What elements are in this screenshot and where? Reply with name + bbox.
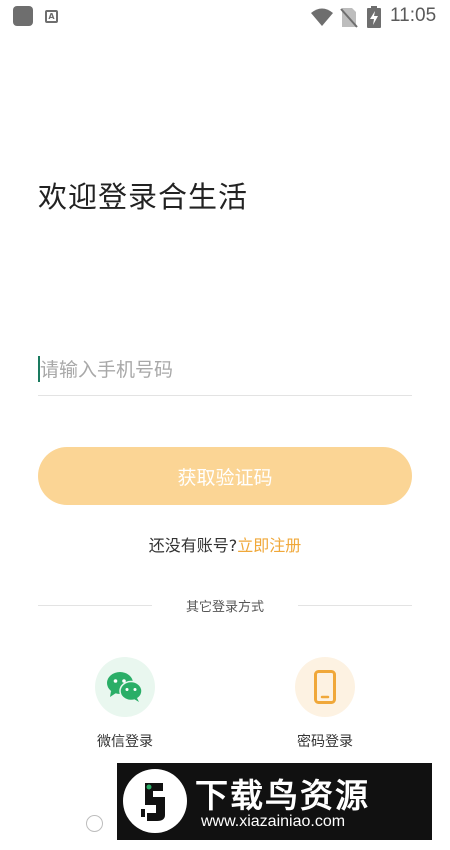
phone-input[interactable] (38, 354, 412, 386)
watermark-title: 下载鸟资源 (195, 776, 370, 815)
page-title: 欢迎登录合生活 (38, 180, 249, 214)
wechat-login-button[interactable]: 微信登录 (70, 657, 180, 751)
phone-icon-circle (295, 657, 355, 717)
register-link[interactable]: 立即注册 (237, 536, 301, 555)
wifi-icon (311, 8, 333, 26)
status-bar: A 11:05 (0, 0, 450, 34)
watermark-url: www.xiazainiao.com (201, 813, 346, 830)
other-login-divider: 其它登录方式 (38, 594, 412, 616)
a-badge-icon: A (45, 10, 58, 23)
wechat-login-label: 微信登录 (97, 734, 153, 750)
no-sim-icon (340, 8, 358, 28)
app-notification-icon (13, 6, 33, 26)
status-time: 11:05 (390, 5, 437, 26)
battery-charging-icon (367, 6, 381, 28)
phone-field (38, 348, 412, 396)
password-login-button[interactable]: 密码登录 (270, 657, 380, 751)
no-account-text: 还没有账号? (148, 536, 238, 555)
watermark-logo (123, 769, 187, 833)
password-login-label: 密码登录 (297, 734, 353, 750)
watermark-banner: 下载鸟资源 www.xiazainiao.com (117, 763, 432, 840)
wechat-icon (107, 672, 143, 702)
agreement-radio[interactable] (86, 815, 103, 832)
register-row: 还没有账号?立即注册 (0, 532, 450, 556)
get-code-button[interactable]: 获取验证码 (38, 447, 412, 505)
divider-line-right (298, 605, 412, 606)
bird-logo-icon (141, 783, 165, 821)
phone-icon (314, 670, 336, 704)
wechat-icon-circle (95, 657, 155, 717)
